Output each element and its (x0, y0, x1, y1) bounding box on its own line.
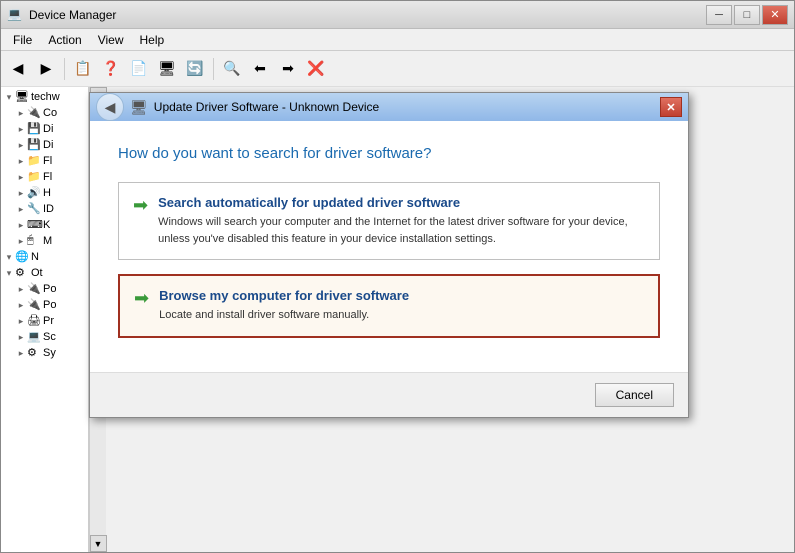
toolbar-right-btn[interactable]: ➡ (275, 56, 301, 82)
dialog-titlebar: ◀ 🖥 Update Driver Software - Unknown Dev… (90, 93, 688, 121)
maximize-button[interactable]: □ (734, 5, 760, 25)
toolbar-sep-2 (213, 58, 214, 80)
dialog-question: How do you want to search for driver sof… (118, 145, 660, 162)
dm-title-left: 💻 Device Manager (7, 7, 116, 23)
update-driver-dialog: ◀ 🖥 Update Driver Software - Unknown Dev… (89, 92, 689, 418)
menu-action[interactable]: Action (40, 31, 89, 49)
option1-arrow-icon: ➡ (133, 195, 148, 216)
option2-title: Browse my computer for driver software (159, 288, 409, 303)
menubar: File Action View Help (1, 29, 794, 51)
option2-desc: Locate and install driver software manua… (159, 307, 409, 324)
dialog-title-icon: 🖥 (130, 99, 148, 116)
dm-titlebar: 💻 Device Manager ─ □ ✕ (1, 1, 794, 29)
menu-view[interactable]: View (90, 31, 132, 49)
toolbar-sep-1 (64, 58, 65, 80)
minimize-button[interactable]: ─ (706, 5, 732, 25)
toolbar-cancel-btn[interactable]: ❌ (303, 56, 329, 82)
toolbar-back-btn[interactable]: ◀ (5, 56, 31, 82)
toolbar-refresh-btn[interactable]: 🔄 (182, 56, 208, 82)
toolbar-forward-btn[interactable]: ▶ (33, 56, 59, 82)
menu-file[interactable]: File (5, 31, 40, 49)
toolbar-search-btn[interactable]: 🔍 (219, 56, 245, 82)
option1-content: Search automatically for updated driver … (158, 195, 645, 247)
toolbar-doc-btn[interactable]: 📄 (126, 56, 152, 82)
cancel-button[interactable]: Cancel (595, 383, 674, 407)
toolbar: ◀ ▶ 📋 ❓ 📄 🖥 🔄 🔍 ⬅ ➡ ❌ (1, 51, 794, 87)
dm-title-controls: ─ □ ✕ (706, 5, 788, 25)
dm-app-icon: 💻 (7, 7, 23, 23)
menu-help[interactable]: Help (132, 31, 173, 49)
dialog-body: How do you want to search for driver sof… (90, 121, 688, 372)
dm-content: ▾ 🖥 techw ▸ 🔌 Co ▸ 💾 Di ▸ 💾 Di ▸ 📁 (1, 87, 794, 552)
dialog-overlay: ◀ 🖥 Update Driver Software - Unknown Dev… (1, 87, 777, 552)
dialog-title-text: Update Driver Software - Unknown Device (154, 100, 379, 114)
close-button[interactable]: ✕ (762, 5, 788, 25)
dm-title-text: Device Manager (29, 8, 116, 22)
option2-arrow-icon: ➡ (134, 288, 149, 309)
dialog-title-left: ◀ 🖥 Update Driver Software - Unknown Dev… (96, 93, 379, 121)
dialog-close-button[interactable]: ✕ (660, 97, 682, 117)
option1-title: Search automatically for updated driver … (158, 195, 645, 210)
device-manager-window: 💻 Device Manager ─ □ ✕ File Action View … (0, 0, 795, 553)
toolbar-monitor-btn[interactable]: 🖥 (154, 56, 180, 82)
option1-desc: Windows will search your computer and th… (158, 214, 645, 247)
option-browse-manual[interactable]: ➡ Browse my computer for driver software… (118, 274, 660, 338)
toolbar-properties-btn[interactable]: 📋 (70, 56, 96, 82)
dialog-back-button[interactable]: ◀ (96, 93, 124, 121)
toolbar-help-btn[interactable]: ❓ (98, 56, 124, 82)
toolbar-left-btn[interactable]: ⬅ (247, 56, 273, 82)
option2-content: Browse my computer for driver software L… (159, 288, 409, 324)
option-search-auto[interactable]: ➡ Search automatically for updated drive… (118, 182, 660, 260)
dialog-footer: Cancel (90, 372, 688, 417)
